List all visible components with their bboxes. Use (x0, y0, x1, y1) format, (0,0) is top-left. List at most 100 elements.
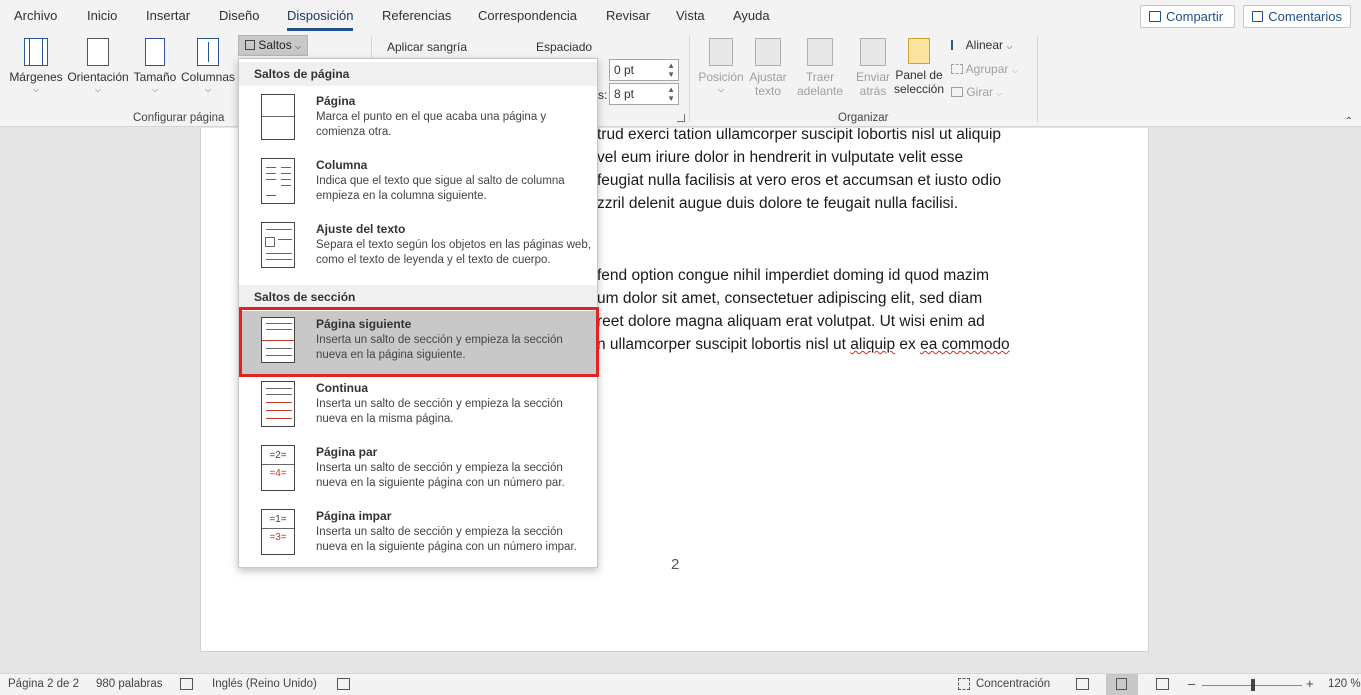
tab-inicio[interactable]: Inicio (87, 8, 117, 23)
menu-item-title: Ajuste del texto (316, 222, 406, 236)
document-line: fend option congue nihil imperdiet domin… (597, 267, 990, 284)
document-line: vel eum iriure dolor in hendrerit in vul… (597, 149, 964, 166)
menu-item-title: Columna (316, 158, 368, 172)
orientation-button[interactable]: Orientación ⌵ (66, 38, 130, 96)
focus-mode-button[interactable]: Concentración (976, 678, 1050, 690)
zoom-level[interactable]: 120 % (1328, 678, 1361, 690)
share-button[interactable]: Compartir (1140, 5, 1235, 28)
tab-insertar[interactable]: Insertar (146, 8, 190, 23)
menu-item-title: Página impar (316, 509, 392, 523)
tab-vista[interactable]: Vista (676, 8, 705, 23)
language-indicator[interactable]: Inglés (Reino Unido) (212, 678, 317, 690)
wrap-text-icon (755, 38, 781, 66)
menu-item-odd-page[interactable]: =1= =3= Página impar Inserta un salto de… (239, 503, 597, 567)
wrap-text-button[interactable]: Ajustar texto (745, 38, 791, 98)
position-label: Posición (698, 70, 744, 84)
tab-ayuda[interactable]: Ayuda (733, 8, 770, 23)
position-icon (709, 38, 733, 66)
forward-label-1: Traer (805, 70, 835, 84)
word-count[interactable]: 980 palabras (96, 678, 163, 690)
size-button[interactable]: Tamaño ⌵ (132, 38, 178, 96)
menu-item-column-break[interactable]: Columna Indica que el texto que sigue al… (239, 152, 597, 216)
document-area: trud exerci tation ullamcorper suscipit … (0, 128, 1361, 673)
focus-icon[interactable] (958, 678, 970, 690)
web-layout-icon[interactable] (1156, 678, 1169, 690)
menu-item-continuous[interactable]: Continua Inserta un salto de sección y e… (239, 375, 597, 439)
zoom-slider-thumb[interactable] (1251, 679, 1255, 691)
indent-label: Aplicar sangría (387, 40, 468, 54)
column-break-icon (261, 158, 295, 204)
group-button[interactable]: Agrupar ⌵ (951, 62, 1018, 76)
chevron-down-icon: ⌵ (32, 85, 40, 94)
columns-label: Columnas (180, 70, 236, 84)
position-button[interactable]: Posición ⌵ (697, 38, 745, 96)
document-line: trud exerci tation ullamcorper suscipit … (597, 128, 1002, 143)
backward-label-1: Enviar (855, 70, 890, 84)
page-count[interactable]: Página 2 de 2 (8, 678, 79, 690)
menu-item-desc: Inserta un salto de sección y empieza la… (316, 462, 565, 489)
spacing-before-input[interactable]: 0 pt ▲ ▼ (609, 59, 679, 81)
margins-button[interactable]: Márgenes ⌵ (8, 38, 64, 96)
menu-item-desc: Marca el punto en el que acaba una págin… (316, 111, 547, 138)
tab-archivo[interactable]: Archivo (14, 8, 57, 23)
page-setup-group-label: Configurar página (133, 112, 225, 124)
margins-label: Márgenes (9, 70, 63, 84)
zoom-out-icon[interactable]: – (1188, 676, 1195, 691)
tab-correspondencia[interactable]: Correspondencia (478, 8, 577, 23)
menu-item-desc: Separa el texto según los objetos en las… (316, 239, 591, 266)
tab-diseno[interactable]: Diseño (219, 8, 259, 23)
backward-label-2: atrás (859, 84, 887, 98)
group-divider (1037, 36, 1038, 122)
columns-button[interactable]: Columnas ⌵ (180, 38, 236, 96)
chevron-down-icon: ⌵ (295, 42, 302, 51)
line-text: n ullamcorper suscipit lobortis nisl ut (597, 336, 851, 353)
send-backward-button[interactable]: Enviar atrás (850, 38, 896, 98)
menu-item-even-page[interactable]: =2= =4= Página par Inserta un salto de s… (239, 439, 597, 503)
misspelled-word[interactable]: ea commodo (920, 336, 1010, 353)
menu-item-desc: Inserta un salto de sección y empieza la… (316, 334, 563, 361)
pane-label-2: selección (894, 82, 945, 96)
spacing-after-label: s: (598, 88, 608, 102)
menu-item-next-page[interactable]: Página siguiente Inserta un salto de sec… (239, 311, 597, 375)
menu-item-desc: Indica que el texto que sigue al salto d… (316, 175, 565, 202)
print-layout-icon[interactable] (1116, 678, 1127, 690)
columns-icon (197, 38, 219, 66)
rotate-label: Girar (966, 85, 994, 99)
rotate-button[interactable]: Girar ⌵ (951, 85, 1002, 99)
align-label: Alinear (965, 38, 1004, 52)
breaks-button[interactable]: Saltos ⌵ (238, 35, 308, 56)
spacing-after-input[interactable]: 8 pt ▲ ▼ (609, 83, 679, 105)
tab-referencias[interactable]: Referencias (382, 8, 451, 23)
zoom-in-icon[interactable]: + (1306, 676, 1314, 691)
proofing-icon[interactable] (180, 678, 193, 690)
read-mode-icon[interactable] (1076, 678, 1089, 690)
paragraph-dialog-launcher[interactable] (677, 114, 685, 122)
page-break-icon (261, 94, 295, 140)
document-line: zzril delenit augue duis dolore te feuga… (597, 195, 959, 212)
spinner-arrows-icon[interactable]: ▲ ▼ (667, 85, 675, 103)
chevron-down-icon: ⌵ (204, 85, 212, 94)
menu-item-page-break[interactable]: Página Marca el punto en el que acaba un… (239, 88, 597, 152)
page-number: 2 (671, 556, 680, 573)
selection-pane-button[interactable]: Panel de selección (894, 38, 944, 96)
text-wrapping-break-icon (261, 222, 295, 268)
orientation-icon (87, 38, 109, 66)
collapse-ribbon-icon[interactable]: ⌃ (1345, 116, 1353, 127)
misspelled-word[interactable]: aliquip (850, 336, 895, 353)
document-line: feugiat nulla facilisis at vero eros et … (597, 172, 1002, 189)
size-icon (145, 38, 165, 66)
bring-forward-button[interactable]: Traer adelante (791, 38, 849, 98)
wrap-label-2: texto (754, 84, 781, 98)
menu-item-text-wrapping-break[interactable]: Ajuste del texto Separa el texto según l… (239, 216, 597, 280)
align-button[interactable]: Alinear ⌵ (951, 38, 1012, 52)
tab-revisar[interactable]: Revisar (606, 8, 650, 23)
tab-disposicion[interactable]: Disposición (287, 8, 354, 31)
comments-button[interactable]: Comentarios (1243, 5, 1351, 28)
breaks-icon (245, 40, 255, 50)
comment-icon (1252, 11, 1264, 22)
document-line: n ullamcorper suscipit lobortis nisl ut … (597, 336, 1010, 354)
line-text: ex (895, 336, 921, 353)
spinner-arrows-icon[interactable]: ▲ ▼ (667, 61, 675, 79)
accessibility-icon[interactable] (337, 678, 350, 690)
group-icon (951, 64, 963, 74)
